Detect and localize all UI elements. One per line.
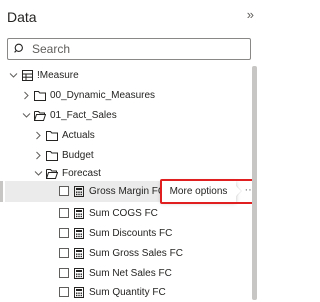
measure-label: Sum Net Sales FC: [89, 268, 172, 279]
measure-item-sum-gross-sales-fc[interactable]: Sum Gross Sales FC: [0, 244, 244, 263]
calculator-icon: [74, 228, 84, 239]
folder-icon: [46, 151, 58, 161]
calculator-icon: [74, 248, 84, 259]
measure-item-sum-net-sales-fc[interactable]: Sum Net Sales FC: [0, 264, 244, 283]
measure-item-sum-discounts-fc[interactable]: Sum Discounts FC: [0, 224, 244, 243]
tree-item-label: 00_Dynamic_Measures: [50, 90, 156, 101]
measure-label: Sum Discounts FC: [89, 228, 173, 239]
folder-icon: [46, 131, 58, 141]
chevron-down-icon[interactable]: [9, 71, 18, 80]
measure-item-sum-quantity-fc[interactable]: Sum Quantity FC: [0, 283, 244, 302]
calculator-icon: [74, 268, 84, 279]
measure-label: Sum Quantity FC: [89, 287, 166, 298]
chevron-down-icon[interactable]: [34, 169, 43, 178]
folder-icon: [34, 91, 46, 101]
collapse-pane-icon[interactable]: »: [247, 7, 254, 22]
search-icon: [14, 43, 23, 53]
measure-label: Sum COGS FC: [89, 208, 158, 219]
scrollbar-thumb[interactable]: [252, 66, 257, 300]
tree-item-dynamic-measures[interactable]: 00_Dynamic_Measures: [0, 86, 244, 105]
checkbox[interactable]: [59, 248, 69, 258]
tree-item-label: Budget: [62, 150, 94, 161]
checkbox[interactable]: [59, 287, 69, 297]
checkbox[interactable]: [59, 186, 69, 196]
tree-item-fact-sales[interactable]: 01_Fact_Sales: [0, 106, 244, 125]
chevron-right-icon[interactable]: [34, 151, 43, 160]
tree-item-label: 01_Fact_Sales: [50, 110, 117, 121]
table-icon: [22, 70, 33, 81]
annotation-highlight-box: [160, 179, 257, 204]
measure-item-sum-cogs-fc[interactable]: Sum COGS FC: [0, 204, 244, 223]
chevron-right-icon[interactable]: [22, 91, 31, 100]
folder-open-icon: [46, 169, 58, 179]
checkbox[interactable]: [59, 208, 69, 218]
search-input[interactable]: [32, 40, 242, 58]
chevron-right-icon[interactable]: [34, 131, 43, 140]
measure-label: Sum Gross Sales FC: [89, 248, 183, 259]
chevron-down-icon[interactable]: [22, 111, 31, 120]
calculator-icon: [74, 186, 84, 197]
measure-label: Gross Margin FC: [89, 186, 166, 197]
calculator-icon: [74, 208, 84, 219]
calculator-icon: [74, 287, 84, 298]
checkbox[interactable]: [59, 228, 69, 238]
data-pane: Data » !Measure 00_Dynamic_Measures 01_F…: [0, 0, 260, 300]
checkbox[interactable]: [59, 268, 69, 278]
pane-title: Data: [7, 9, 37, 25]
search-box[interactable]: [7, 38, 251, 60]
tree-item-actuals[interactable]: Actuals: [0, 126, 244, 145]
tree-item-measure[interactable]: !Measure: [0, 66, 244, 85]
tree-item-label: !Measure: [37, 70, 79, 81]
tree-item-label: Actuals: [62, 130, 95, 141]
tree-item-budget[interactable]: Budget: [0, 146, 244, 165]
tree-item-label: Forecast: [62, 168, 101, 179]
folder-open-icon: [34, 111, 46, 121]
